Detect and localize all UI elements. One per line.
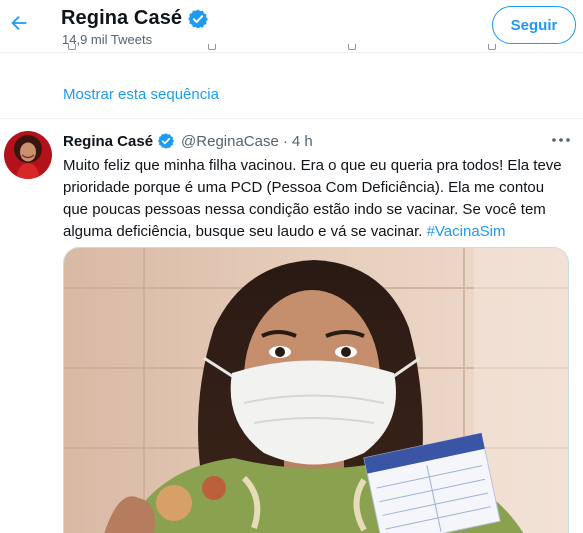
reply-icon bbox=[68, 44, 76, 50]
profile-name: Regina Casé bbox=[61, 7, 183, 29]
profile-name-row: Regina Casé bbox=[61, 7, 209, 30]
previous-tweet-actions-partial bbox=[68, 44, 508, 54]
separator-dot: · bbox=[282, 132, 288, 150]
tweet-text: Muito feliz que minha filha vacinou. Era… bbox=[63, 155, 573, 243]
divider bbox=[0, 118, 583, 119]
verified-badge-icon bbox=[187, 8, 209, 30]
tweet-timestamp[interactable]: 4 h bbox=[292, 133, 313, 150]
tweet-header: Regina Casé @ReginaCase · 4 h bbox=[63, 132, 313, 150]
share-icon bbox=[488, 44, 496, 50]
tweet-author-name[interactable]: Regina Casé bbox=[63, 133, 153, 150]
tweet-photo[interactable] bbox=[63, 247, 569, 533]
profile-page: Regina Casé 14,9 mil Tweets Seguir Mostr… bbox=[0, 0, 583, 533]
verified-badge-icon bbox=[157, 132, 175, 150]
tweet-author-handle[interactable]: @ReginaCase bbox=[181, 133, 279, 150]
profile-header: Regina Casé 14,9 mil Tweets Seguir bbox=[0, 0, 583, 53]
show-thread-link[interactable]: Mostrar esta sequência bbox=[63, 86, 219, 103]
back-button[interactable] bbox=[4, 8, 34, 38]
arrow-left-icon bbox=[11, 15, 27, 31]
more-options-button[interactable] bbox=[548, 130, 574, 150]
follow-button[interactable]: Seguir bbox=[492, 6, 576, 44]
hashtag-link[interactable]: #VacinaSim bbox=[427, 223, 506, 240]
retweet-icon bbox=[208, 44, 216, 50]
like-icon bbox=[348, 44, 356, 50]
avatar[interactable] bbox=[4, 131, 52, 179]
more-horizontal-icon bbox=[552, 138, 570, 142]
